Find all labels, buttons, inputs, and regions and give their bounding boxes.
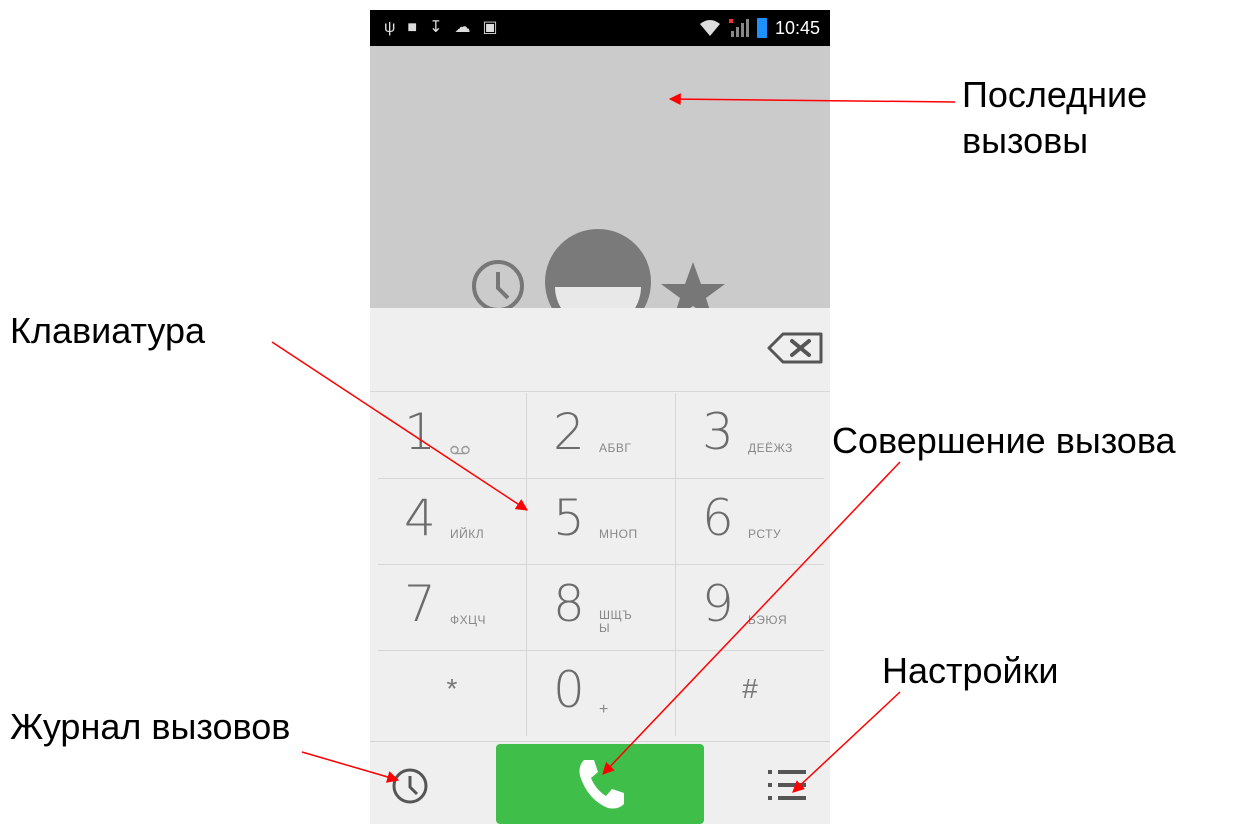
- key-5[interactable]: 5 МНОП: [527, 479, 676, 565]
- backspace-icon[interactable]: [765, 330, 825, 366]
- status-left-icons: ψ ■ ↧ ☁ ▣: [384, 10, 498, 46]
- cloud-upload-icon: ☁: [454, 19, 471, 36]
- download-icon: ↧: [429, 19, 443, 36]
- annotation-make-call: Совершение вызова: [832, 420, 1176, 461]
- annotation-recent-calls: Последние вызовы: [962, 74, 1148, 161]
- keypad: 1 2 АБВГ 3 ДЕЁЖЗ 4 ИЙКЛ 5 МНОП 6 РСТУ 7 …: [378, 393, 824, 739]
- key-3[interactable]: 3 ДЕЁЖЗ: [676, 393, 824, 479]
- key-2[interactable]: 2 АБВГ: [527, 393, 676, 479]
- key-4[interactable]: 4 ИЙКЛ: [378, 479, 527, 565]
- battery-icon: [756, 18, 767, 38]
- favorites-star-icon[interactable]: [658, 260, 728, 308]
- settings-menu-icon[interactable]: [768, 768, 808, 802]
- call-history-icon[interactable]: [390, 766, 430, 806]
- phone-screen: ψ ■ ↧ ☁ ▣ 10:45 1 2 АБВГ 3 ДЕЁЖЗ 4 ИЙКЛ …: [370, 10, 830, 824]
- key-6[interactable]: 6 РСТУ: [676, 479, 824, 565]
- key-8[interactable]: 8 ШЩЪ Ы: [527, 565, 676, 651]
- call-button[interactable]: [496, 744, 704, 824]
- wifi-icon: [699, 20, 720, 36]
- recent-clock-icon[interactable]: [470, 258, 526, 308]
- key-star[interactable]: *: [378, 651, 527, 736]
- status-right-icons: 10:45: [699, 10, 820, 46]
- annotation-call-log: Журнал вызовов: [10, 706, 291, 747]
- image-icon: ▣: [482, 19, 498, 36]
- bottom-action-bar: [370, 741, 830, 824]
- usb-icon: ψ: [384, 19, 396, 36]
- key-1[interactable]: 1: [378, 393, 527, 479]
- lock-icon: ■: [407, 19, 418, 36]
- recent-calls-area[interactable]: [370, 46, 830, 308]
- key-7[interactable]: 7 ФХЦЧ: [378, 565, 527, 651]
- annotation-keypad: Клавиатура: [10, 310, 205, 351]
- voicemail-icon: [450, 445, 470, 455]
- dialed-number-field[interactable]: [370, 308, 830, 392]
- key-hash[interactable]: #: [676, 651, 824, 736]
- status-bar: ψ ■ ↧ ☁ ▣ 10:45: [370, 10, 830, 46]
- key-0[interactable]: 0 +: [527, 651, 676, 736]
- phone-icon: [579, 760, 624, 809]
- annotation-settings: Настройки: [882, 650, 1059, 691]
- contact-avatar-icon[interactable]: [545, 229, 651, 308]
- no-signal-icon: [728, 19, 749, 37]
- status-time: 10:45: [774, 17, 820, 38]
- key-9[interactable]: 9 ЬЭЮЯ: [676, 565, 824, 651]
